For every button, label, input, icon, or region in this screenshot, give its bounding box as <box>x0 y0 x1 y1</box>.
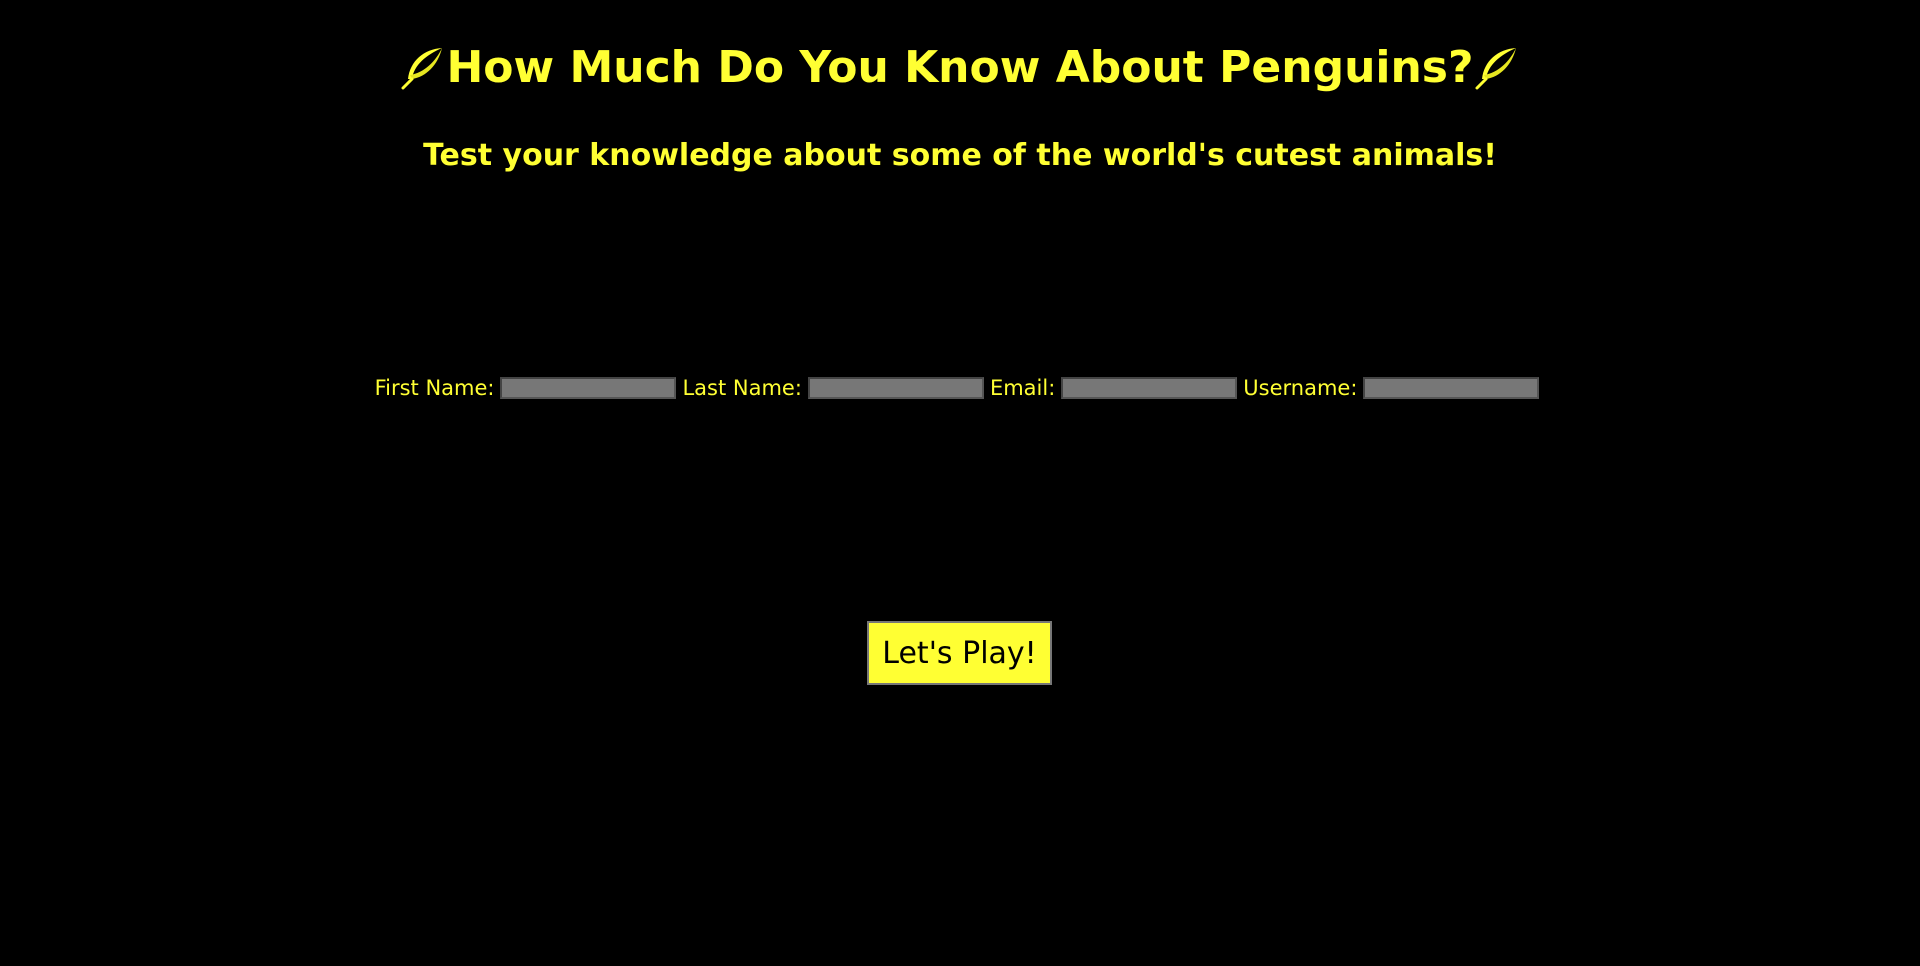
first-name-label: First Name: <box>374 376 495 400</box>
last-name-label: Last Name: <box>682 376 802 400</box>
username-field[interactable] <box>1363 377 1540 399</box>
page-title-text: How Much Do You Know About Penguins? <box>446 42 1474 93</box>
feather-icon <box>400 45 446 91</box>
page-title: How Much Do You Know About Penguins? <box>0 40 1920 96</box>
username-label: Username: <box>1243 376 1358 400</box>
feather-icon <box>1474 45 1520 91</box>
email-label: Email: <box>989 376 1056 400</box>
page-subtitle: Test your knowledge about some of the wo… <box>423 138 1497 173</box>
email-field[interactable] <box>1061 377 1238 399</box>
lets-play-button[interactable]: Let's Play! <box>867 621 1052 685</box>
last-name-field[interactable] <box>807 377 984 399</box>
first-name-field[interactable] <box>500 377 677 399</box>
signup-form: First Name: Last Name: Email: Username: <box>0 376 1920 400</box>
